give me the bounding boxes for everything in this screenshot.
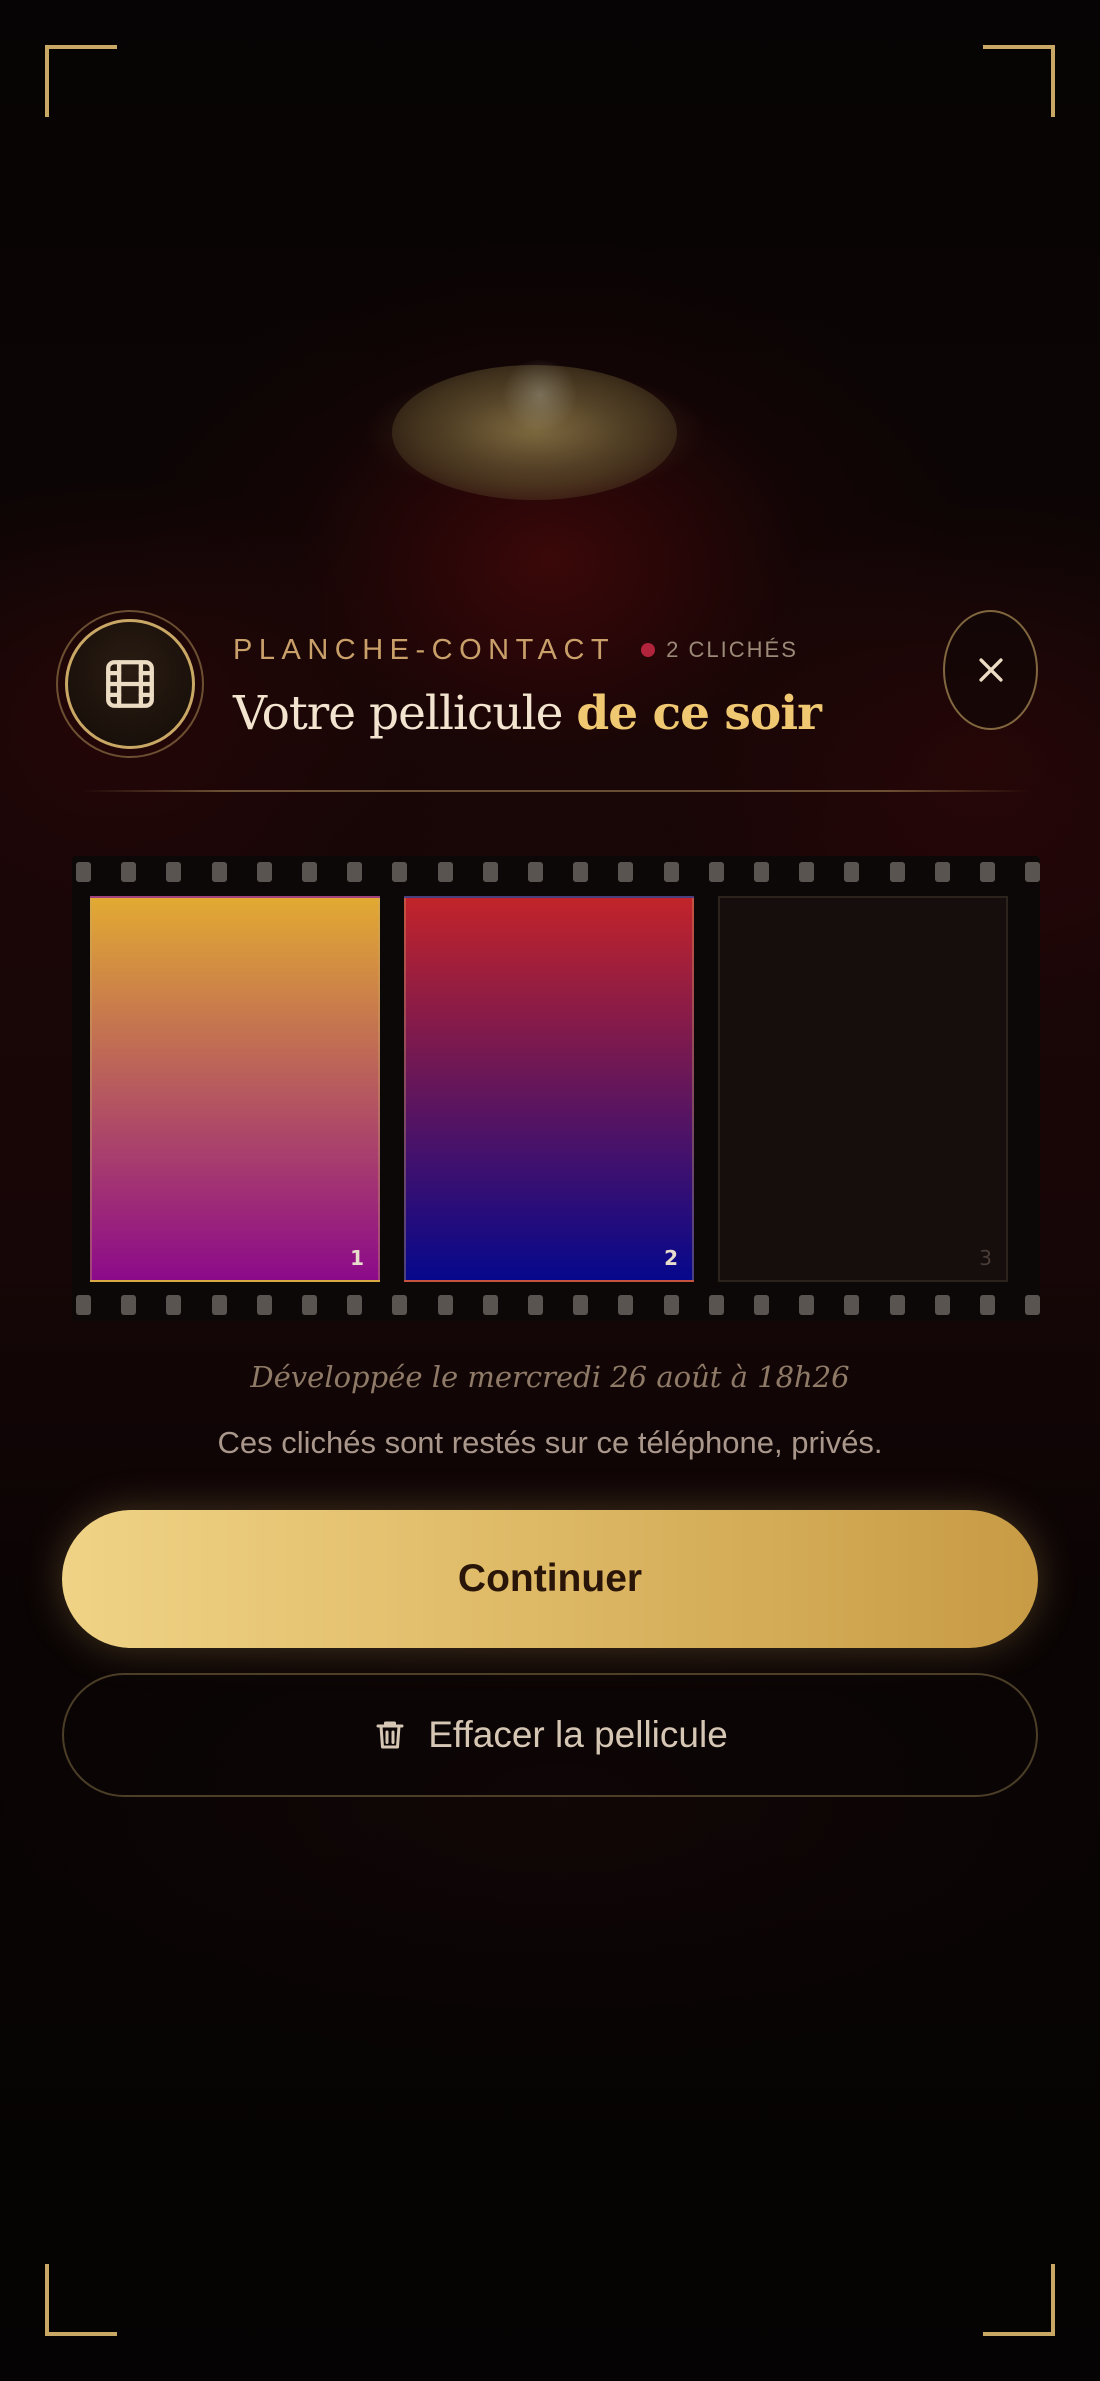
sprocket-hole [482, 1295, 498, 1315]
sprocket-hole [799, 862, 815, 882]
sprocket-hole [528, 862, 543, 882]
sprocket-hole [889, 862, 905, 882]
film-frame-2[interactable]: 2 [404, 896, 694, 1282]
frame-number: 2 [664, 1246, 678, 1270]
film-strip: 1 2 3 [72, 856, 1041, 1321]
sprocket-hole [663, 862, 679, 882]
sprocket-hole [1025, 1295, 1041, 1315]
continue-button[interactable]: Continuer [62, 1510, 1038, 1648]
film-icon [106, 660, 154, 708]
sprocket-hole [844, 862, 860, 882]
sprocket-hole [166, 1295, 182, 1315]
sprocket-hole [708, 1295, 724, 1315]
sprocket-hole [844, 1295, 860, 1315]
sprocket-hole [392, 862, 408, 882]
sprocket-hole [392, 1295, 408, 1315]
sprocket-hole [347, 862, 363, 882]
title-plain: Votre pellicule [233, 686, 563, 741]
sprocket-hole [980, 1295, 995, 1315]
count-dot [641, 643, 656, 657]
sprocket-hole [166, 862, 182, 882]
sprocket-hole [482, 862, 498, 882]
sprocket-hole [799, 1295, 815, 1315]
sprocket-hole [302, 862, 317, 882]
trash-icon [372, 1716, 408, 1754]
viewfinder-corner-top-left [45, 45, 117, 117]
sprocket-hole [708, 862, 724, 882]
sprocket-hole [573, 1295, 589, 1315]
eyebrow-label: PLANCHE-CONTACT [233, 633, 616, 666]
viewfinder-corner-top-right [983, 45, 1055, 117]
film-badge-inner [65, 619, 195, 749]
shot-count: 2 CLICHÉS [666, 637, 798, 662]
sprocket-hole [889, 1295, 905, 1315]
frame-number: 1 [350, 1246, 364, 1270]
sprocket-hole [934, 1295, 950, 1315]
viewfinder-corner-bottom-right [983, 2264, 1055, 2336]
developed-date: Développée le mercredi 26 août à 18h26 [250, 1360, 850, 1394]
background-lamp-highlight [500, 360, 580, 430]
sprocket-hole [211, 862, 227, 882]
close-icon [978, 658, 1003, 682]
sprocket-hole [754, 1295, 769, 1315]
sprocket-hole [437, 1295, 453, 1315]
close-button[interactable] [943, 610, 1038, 730]
sprocket-hole [256, 862, 272, 882]
sprocket-hole [347, 1295, 363, 1315]
film-frame-3-empty: 3 [718, 896, 1008, 1282]
eyebrow-row: PLANCHE-CONTACT 2 CLICHÉS [233, 628, 913, 672]
continue-button-label: Continuer [457, 1557, 643, 1600]
sprocket-hole [121, 862, 137, 882]
sprocket-hole [980, 862, 995, 882]
sprocket-hole [618, 862, 634, 882]
privacy-note: Ces clichés sont restés sur ce téléphone… [217, 1425, 883, 1460]
sprocket-hole [76, 1295, 91, 1315]
sprocket-hole [256, 1295, 272, 1315]
sprocket-hole [76, 862, 91, 882]
frame-number: 3 [979, 1246, 992, 1270]
header-text: PLANCHE-CONTACT 2 CLICHÉS Votre pellicul… [233, 628, 913, 742]
screen: PLANCHE-CONTACT 2 CLICHÉS Votre pellicul… [0, 0, 1100, 2381]
sprocket-hole [934, 862, 950, 882]
header-divider [80, 790, 1030, 792]
sprocket-hole [573, 862, 589, 882]
sprocket-hole [211, 1295, 227, 1315]
title-emphasis: de ce soir [576, 686, 821, 741]
sprocket-row-bottom [72, 1293, 1041, 1317]
erase-film-button[interactable]: Effacer la pellicule [62, 1673, 1038, 1797]
sprocket-hole [302, 1295, 317, 1315]
film-frame-1[interactable]: 1 [90, 896, 380, 1282]
sprocket-hole [528, 1295, 543, 1315]
erase-button-label: Effacer la pellicule [428, 1714, 728, 1755]
sprocket-hole [754, 862, 769, 882]
sprocket-hole [663, 1295, 679, 1315]
sprocket-hole [437, 862, 453, 882]
sprocket-hole [1025, 862, 1041, 882]
film-badge [56, 610, 204, 758]
page-title: Votre pellicule de ce soir [233, 686, 913, 741]
sprocket-hole [618, 1295, 634, 1315]
viewfinder-corner-bottom-left [45, 2264, 117, 2336]
sprocket-hole [121, 1295, 137, 1315]
sprocket-row-top [72, 860, 1041, 884]
